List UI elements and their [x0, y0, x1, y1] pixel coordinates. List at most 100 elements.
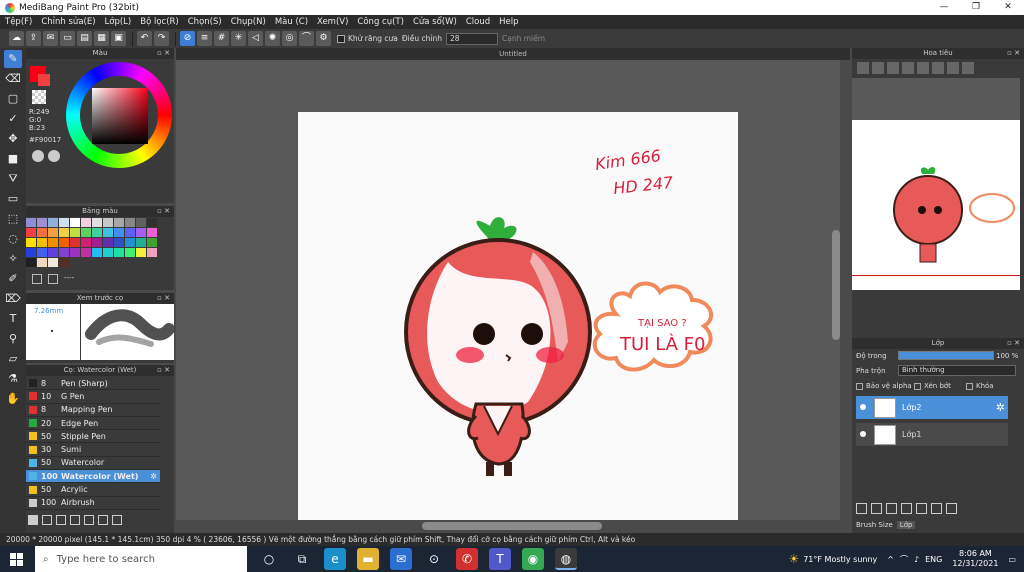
minimize-button[interactable]: — [928, 0, 960, 15]
delete-brush-icon[interactable] [112, 515, 122, 525]
radial-snap-icon[interactable]: ✺ [265, 31, 280, 46]
circle-snap-icon[interactable]: ◎ [282, 31, 297, 46]
brush-item[interactable]: 50 Watercolor [26, 456, 160, 471]
dot-tool-icon[interactable]: ✓ [4, 110, 22, 128]
taskbar-search[interactable]: ⌕ Type here to search [35, 546, 247, 572]
teams-icon[interactable]: T [489, 548, 511, 570]
brush-item[interactable]: 30 Sumi [26, 443, 160, 457]
network-icon[interactable]: ⌒ [900, 554, 908, 565]
comment-icon[interactable]: ✉ [43, 31, 58, 46]
maximize-button[interactable]: ❐ [960, 0, 992, 15]
brush-settings-icon[interactable]: ✲ [150, 472, 157, 481]
visibility-icon[interactable] [860, 431, 866, 437]
text-tool-icon[interactable]: T [4, 310, 22, 328]
new-brush-icon[interactable] [42, 515, 52, 525]
document-tab[interactable]: Untitled [176, 48, 850, 60]
menu-help[interactable]: Help [499, 17, 518, 27]
zoom-out-icon[interactable] [872, 62, 884, 74]
menu-snap[interactable]: Chụp(N) [231, 17, 266, 27]
volume-icon[interactable]: ♪ [914, 555, 919, 564]
secondary-color-swatch[interactable] [38, 74, 50, 86]
copy-layer-icon[interactable] [871, 503, 882, 514]
color-picker-icon[interactable] [32, 150, 44, 162]
new-layer-icon[interactable] [856, 503, 867, 514]
canvas-vscrollbar[interactable] [832, 230, 840, 340]
drawing-canvas[interactable]: Kim 666 HD 247 TẠI SAO ? TUI LÀ F0 [298, 112, 738, 520]
palette-delete-icon[interactable] [48, 274, 58, 284]
grid-icon[interactable]: ▦ [94, 31, 109, 46]
merge-layer-icon[interactable] [931, 503, 942, 514]
image-icon[interactable]: ▣ [111, 31, 126, 46]
snap-off-icon[interactable]: ⊘ [180, 31, 195, 46]
snap-edge-checkbox[interactable]: Cạnh miếm [502, 34, 545, 43]
message-icon[interactable]: ▭ [60, 31, 75, 46]
undo-icon[interactable]: ↶ [137, 31, 152, 46]
magic-wand-tool-icon[interactable]: ✧ [4, 250, 22, 268]
menu-select[interactable]: Chọn(S) [188, 17, 222, 27]
eraser-tool-icon[interactable]: ⌫ [4, 70, 22, 88]
brush-item[interactable]: 10 G Pen [26, 390, 160, 404]
brush-item[interactable]: 8 Pen (Sharp) [26, 377, 160, 391]
layer-row[interactable]: Lớp1 [856, 423, 1008, 446]
gradient-tool-icon[interactable]: ▭ [4, 190, 22, 208]
mail-icon[interactable]: ✉ [390, 548, 412, 570]
weather-text[interactable]: 71°F Mostly sunny [803, 555, 877, 564]
navigator-preview[interactable] [852, 78, 1020, 290]
brush-item[interactable]: 50 Stipple Pen [26, 430, 160, 444]
menu-file[interactable]: Tệp(F) [5, 17, 32, 27]
fill-rect-tool-icon[interactable]: ■ [4, 150, 22, 168]
color-history-icon[interactable] [48, 150, 60, 162]
parallel-snap-icon[interactable]: ≡ [197, 31, 212, 46]
clock[interactable]: 8:06 AM 12/31/2021 [952, 549, 998, 569]
operation-tool-icon[interactable]: ⚲ [4, 330, 22, 348]
brush-item[interactable]: 20 Edge Pen [26, 416, 160, 431]
cortana-icon[interactable]: ○ [258, 548, 280, 570]
settings-icon[interactable]: ⚙ [316, 31, 331, 46]
folder-icon[interactable] [84, 515, 94, 525]
saturation-square[interactable] [92, 88, 148, 144]
menu-view[interactable]: Xem(V) [317, 17, 348, 27]
folder-layer-icon[interactable] [916, 503, 927, 514]
brush-menu-icon[interactable] [56, 515, 66, 525]
copy-brush-icon[interactable] [70, 515, 80, 525]
palette-add-icon[interactable] [32, 274, 42, 284]
clip-checkbox[interactable]: Xén bớt [914, 382, 951, 390]
protect-alpha-checkbox[interactable]: Bảo vệ alpha [856, 382, 912, 390]
windows-start-icon[interactable] [10, 553, 23, 566]
canvas-area[interactable]: Kim 666 HD 247 TẠI SAO ? TUI LÀ F0 [176, 60, 840, 530]
flip-icon[interactable] [962, 62, 974, 74]
menu-edit[interactable]: Chỉnh sửa(E) [41, 17, 95, 27]
brush-tool-icon[interactable]: ✎ [4, 50, 22, 68]
rotate-right-icon[interactable] [932, 62, 944, 74]
cloud-icon[interactable]: ☁ [9, 31, 24, 46]
color-palette-grid[interactable] [26, 218, 157, 267]
zoom-in-icon[interactable] [857, 62, 869, 74]
divide-tool-icon[interactable]: ▱ [4, 350, 22, 368]
camera-icon[interactable]: ⊙ [423, 548, 445, 570]
export-icon[interactable]: ⇪ [26, 31, 41, 46]
redo-icon[interactable]: ↷ [154, 31, 169, 46]
vanish-snap-icon[interactable]: ◁ [248, 31, 263, 46]
menu-window[interactable]: Cửa sổ(W) [413, 17, 457, 27]
layout-icon[interactable]: ▤ [77, 31, 92, 46]
menu-filter[interactable]: Bộ lọc(R) [140, 17, 179, 27]
eyedropper-tool-icon[interactable]: ⚗ [4, 370, 22, 388]
move-tool-icon[interactable]: ✥ [4, 130, 22, 148]
layer-menu-icon[interactable] [901, 503, 912, 514]
brush-item-selected[interactable]: 100 Watercolor (Wet) ✲ [26, 470, 160, 484]
blend-select[interactable]: Bình thường [898, 365, 1016, 376]
grid-snap-icon[interactable]: # [214, 31, 229, 46]
correction-select[interactable]: 28 [446, 32, 498, 45]
rectangle-tool-icon[interactable]: ▢ [4, 90, 22, 108]
file-explorer-icon[interactable]: ▬ [357, 548, 379, 570]
tab-layer[interactable]: Lớp [896, 521, 916, 529]
menu-layer[interactable]: Lớp(L) [105, 17, 132, 27]
select-pen-tool-icon[interactable]: ✐ [4, 270, 22, 288]
fit-icon[interactable] [887, 62, 899, 74]
lasso-tool-icon[interactable]: ◌ [4, 230, 22, 248]
layer-row-selected[interactable]: Lớp2 ✲ [856, 396, 1008, 419]
actual-size-icon[interactable] [902, 62, 914, 74]
brush-item[interactable]: 8 Mapping Pen [26, 403, 160, 417]
rotate-left-icon[interactable] [917, 62, 929, 74]
brush-item[interactable]: 50 Acrylic [26, 483, 160, 497]
